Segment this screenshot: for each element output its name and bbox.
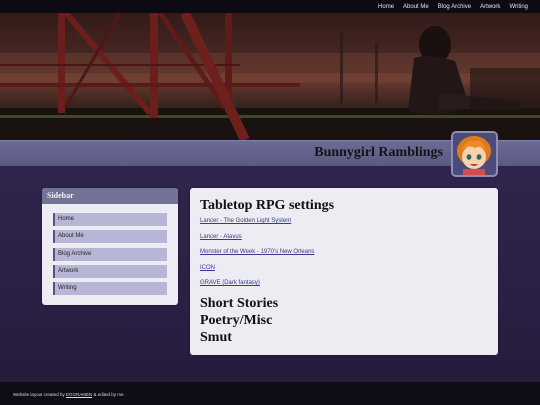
topnav-home-link[interactable]: Home [378, 4, 394, 10]
sidebar-item-home[interactable]: Home [53, 213, 167, 226]
sidebar: Sidebar Home About Me Blog Archive Artwo… [42, 188, 178, 305]
top-nav: Home About Me Blog Archive Artwork Writi… [0, 0, 540, 13]
footer: Website layout created by EGGRAMEN & edi… [0, 382, 540, 405]
link-grave[interactable]: GRAVE (Dark fantasy) [200, 279, 498, 295]
sidebar-item-artwork[interactable]: Artwork [53, 264, 167, 278]
sidebar-item-blog-archive[interactable]: Blog Archive [53, 247, 167, 261]
sidebar-item-writing[interactable]: Writing [53, 282, 167, 296]
sidebar-heading: Sidebar [42, 188, 178, 204]
link-lancer-atavus[interactable]: Lancer - Atavus [200, 233, 498, 249]
section-heading-short-stories: Short Stories [200, 295, 279, 311]
avatar [451, 131, 498, 177]
section-heading-tabletop: Tabletop RPG settings [200, 198, 335, 213]
topnav-about-link[interactable]: About Me [403, 4, 429, 10]
main-content: Tabletop RPG settings Lancer - The Golde… [190, 188, 498, 355]
header-banner-image [0, 13, 540, 140]
sidebar-list: Home About Me Blog Archive Artwork Writi… [42, 204, 178, 296]
link-monster-of-the-week[interactable]: Monster of the Week - 1970's New Orleans [200, 248, 498, 264]
section-heading-smut: Smut [200, 329, 232, 345]
link-icon[interactable]: ICON [200, 264, 498, 280]
topnav-blog-archive-link[interactable]: Blog Archive [438, 4, 471, 10]
link-lancer-golden-light[interactable]: Lancer - The Golden Light System [200, 217, 498, 233]
site-title: Bunnygirl Ramblings [314, 145, 443, 160]
sidebar-item-about-me[interactable]: About Me [53, 230, 167, 244]
rpg-link-list: Lancer - The Golden Light System Lancer … [200, 217, 498, 295]
footer-prefix: Website layout created by [13, 392, 66, 397]
topnav-writing-link[interactable]: Writing [509, 4, 528, 10]
topnav-artwork-link[interactable]: Artwork [480, 4, 500, 10]
footer-credit-link[interactable]: EGGRAMEN [66, 392, 92, 397]
section-heading-poetry: Poetry/Misc [200, 312, 273, 328]
footer-suffix: & edited by me. [92, 392, 125, 397]
